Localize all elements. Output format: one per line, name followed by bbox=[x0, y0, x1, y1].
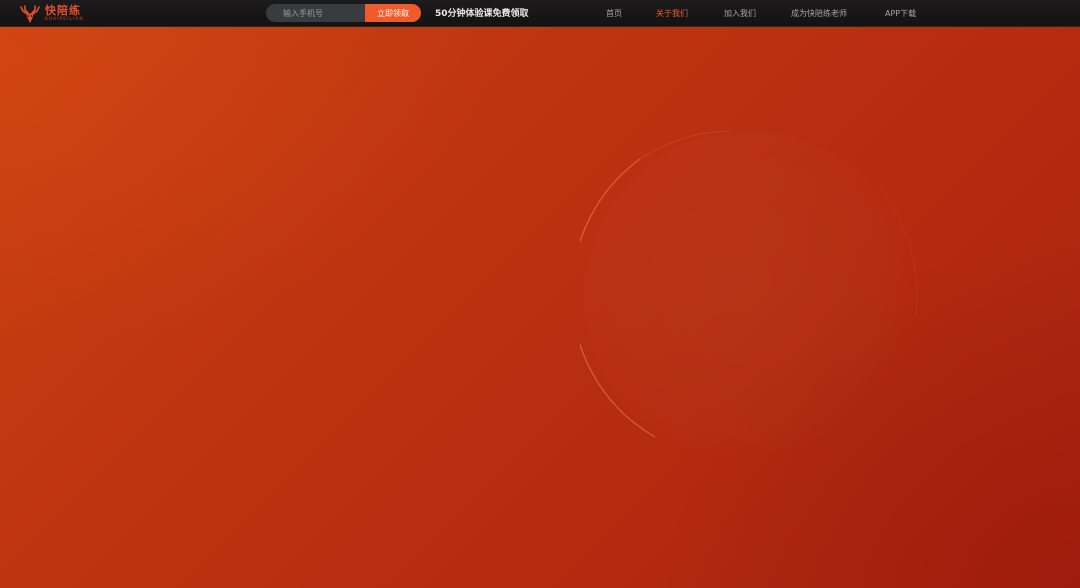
site-logo[interactable]: 快陪练 KUAIPEILIAN bbox=[18, 2, 84, 25]
nav-item-become-teacher[interactable]: 成为快陪练老师 bbox=[791, 8, 847, 20]
logo-name-cn: 快陪练 bbox=[45, 3, 81, 17]
nav-item-about-us[interactable]: 关于我们 bbox=[656, 8, 688, 20]
hero-banner bbox=[0, 27, 1080, 588]
hero-sphere-graphic bbox=[580, 130, 918, 463]
nav-item-join-us[interactable]: 加入我们 bbox=[724, 8, 756, 20]
nav-item-home[interactable]: 首页 bbox=[606, 8, 622, 20]
logo-name-en: KUAIPEILIAN bbox=[45, 16, 84, 22]
free-trial-promo-text: 50分钟体验课免费领取 bbox=[435, 9, 529, 19]
top-navigation-bar: 快陪练 KUAIPEILIAN 立即领取 50分钟体验课免费领取 首页 关于我们… bbox=[0, 0, 1080, 27]
nav-item-app-download[interactable]: APP下载 bbox=[885, 8, 916, 20]
phone-number-input[interactable] bbox=[266, 4, 365, 22]
claim-now-button[interactable]: 立即领取 bbox=[365, 4, 421, 22]
deer-antler-icon bbox=[20, 4, 40, 23]
trial-signup-form: 立即领取 bbox=[266, 4, 421, 22]
logo-text: 快陪练 KUAIPEILIAN bbox=[45, 5, 84, 23]
